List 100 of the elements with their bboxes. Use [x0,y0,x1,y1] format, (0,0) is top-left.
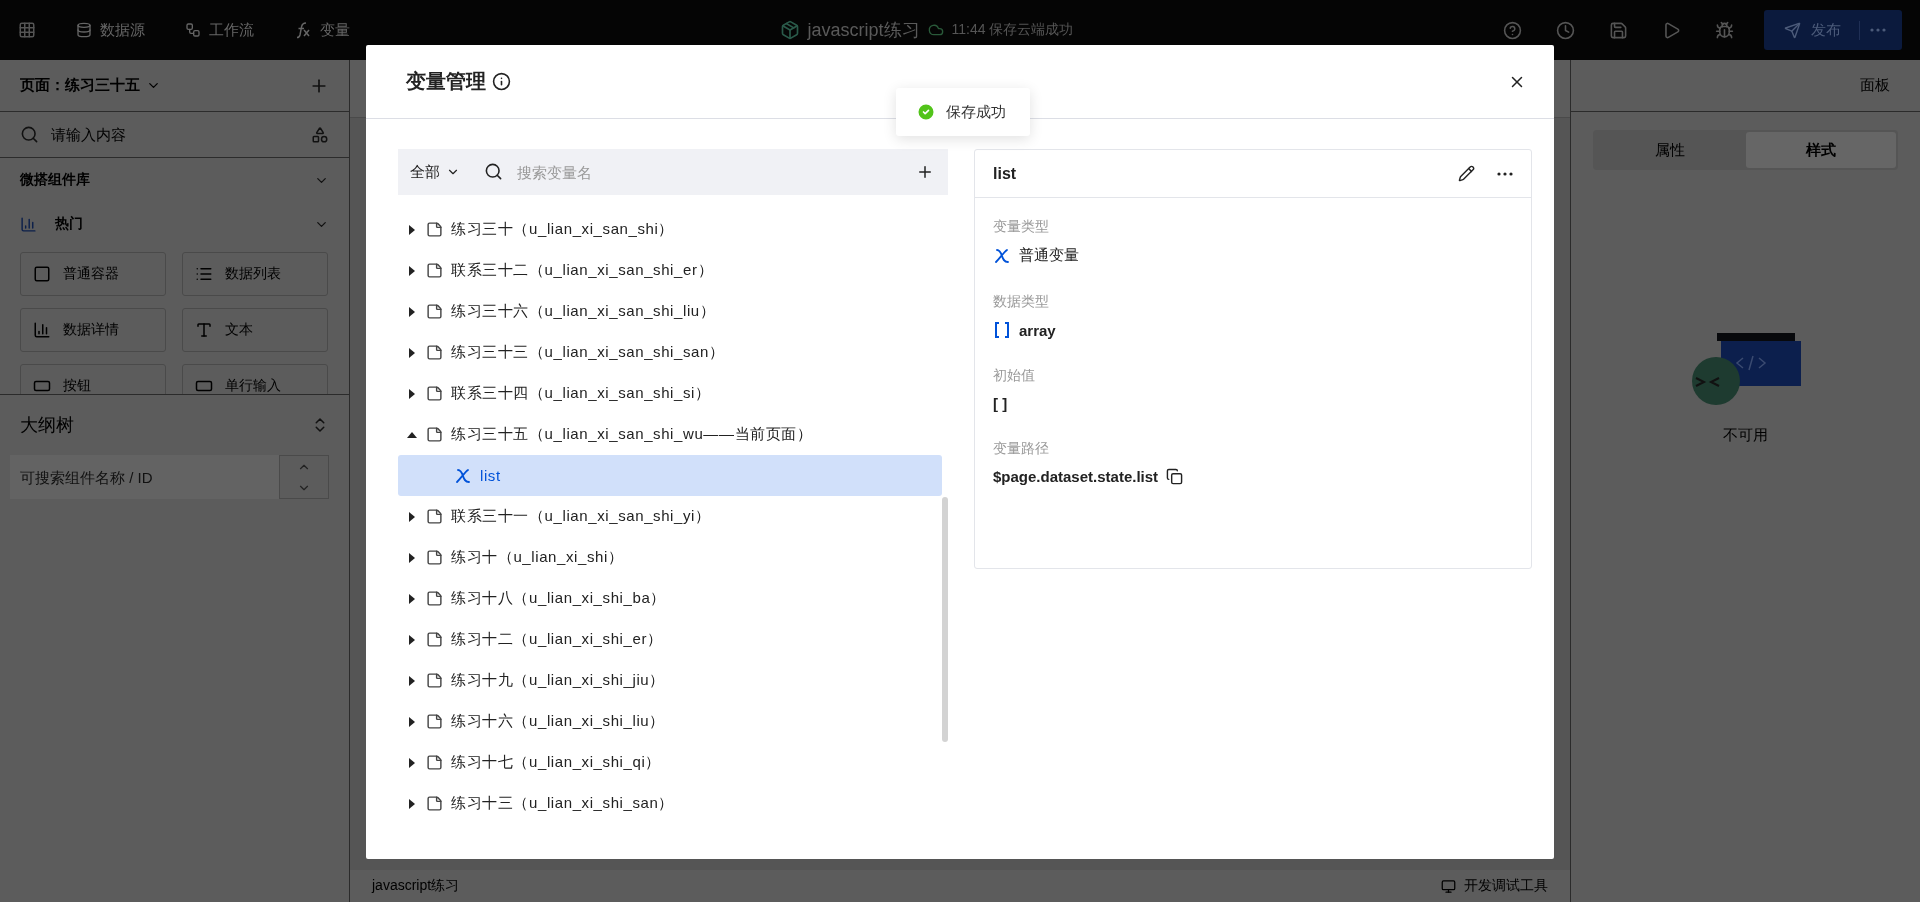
variable-item[interactable]: list [398,455,942,496]
tree-item-label: 练习十八（u_lian_xi_shi_ba） [451,589,666,608]
tab[interactable]: 样式 [1745,132,1896,168]
monitor-icon [1441,878,1456,894]
tree-item[interactable]: 联系三十二（u_lian_xi_san_shi_er） [398,250,942,291]
nav-item[interactable]: 变量 [294,20,350,40]
add-icon [916,163,934,181]
field-label: 变量类型 [993,218,1050,236]
outline-title: 大纲树 [20,414,74,437]
function-icon [294,21,312,39]
tree-item-label: 练习三十六（u_lian_xi_san_shi_liu） [451,302,716,321]
tree-item-label: 练习十（u_lian_xi_shi） [451,548,624,567]
play-icon[interactable] [1662,20,1681,40]
chart-icon [33,321,51,339]
edit-button[interactable] [1458,165,1475,182]
tree-item-label: 练习三十五（u_lian_xi_san_shi_wu——当前页面） [451,425,813,444]
field-value: [ ] [993,395,1008,412]
scrollbar-thumb[interactable] [942,497,948,742]
page-icon [426,221,443,238]
variable-name: list [993,164,1017,183]
app-name: javascript练习 [372,877,460,895]
more-button[interactable] [1497,171,1513,176]
page-icon [426,631,443,648]
field-value: array [1019,321,1056,339]
logo-icon [779,20,800,40]
check-icon [916,102,936,122]
variable-label: list [480,467,501,484]
more-icon [1497,171,1513,176]
tree-item-label: 练习十二（u_lian_xi_shi_er） [451,630,663,649]
tree-item-label: 联系三十一（u_lian_xi_san_shi_yi） [451,507,711,526]
page-icon [426,713,443,730]
bug-icon[interactable] [1715,20,1734,40]
tree-item[interactable]: 练习十三（u_lian_xi_shi_san） [398,783,942,824]
page-icon [426,344,443,361]
page-icon [426,385,443,402]
search-icon [20,125,39,144]
field-value: 普通变量 [1019,246,1079,265]
pencil-icon [1458,165,1475,182]
empty-text: 不可用 [1723,426,1768,445]
toast-text: 保存成功 [946,102,1006,122]
field-label: 初始值 [993,367,1036,385]
tree-item[interactable]: 练习三十三（u_lian_xi_san_shi_san） [398,332,942,373]
text-icon [195,321,213,339]
tree-item-label: 练习十七（u_lian_xi_shi_qi） [451,753,661,772]
category-title: 热门 [55,215,83,233]
tree-item[interactable]: 练习十二（u_lian_xi_shi_er） [398,619,942,660]
tree-item[interactable]: 联系三十一（u_lian_xi_san_shi_yi） [398,496,942,537]
tree-item[interactable]: 练习三十六（u_lian_xi_san_shi_liu） [398,291,942,332]
tree-item[interactable]: 练习十七（u_lian_xi_shi_qi） [398,742,942,783]
tree-item[interactable]: 练习三十（u_lian_xi_san_shi） [398,209,942,250]
outline-search-field[interactable]: 可搜索组件名称 / ID [10,455,279,499]
tree-item-label: 练习十六（u_lian_xi_shi_liu） [451,712,665,731]
page-icon [426,672,443,689]
help-icon[interactable] [1503,20,1522,40]
array-icon [993,321,1011,339]
info-icon[interactable] [492,72,511,91]
tree-item[interactable]: 练习十九（u_lian_xi_shi_jiu） [398,660,942,701]
more-icon [1870,28,1886,32]
page-icon [426,426,443,443]
tree-item[interactable]: 练习十六（u_lian_xi_shi_liu） [398,701,942,742]
field-label: 变量路径 [993,440,1050,458]
tree-item[interactable]: 练习三十五（u_lian_xi_san_shi_wu——当前页面） [398,414,942,455]
filter-dropdown[interactable]: 全部 [398,149,472,195]
add-button[interactable] [902,149,948,195]
field-value: $page.dataset.state.list [993,468,1159,485]
clock-icon[interactable] [1556,20,1575,40]
page-icon [426,549,443,566]
library-title: 微搭组件库 [20,171,90,189]
apps-grid-icon[interactable] [18,21,36,39]
workflow-icon [185,22,201,38]
database-icon [76,22,92,38]
save-status: 11:44 保存云端成功 [951,21,1074,39]
nav-item[interactable]: 工作流 [185,20,254,40]
page-icon [426,262,443,279]
search-icon [484,162,503,181]
tree-item-label: 练习三十三（u_lian_xi_san_shi_san） [451,343,725,362]
send-icon [1784,21,1801,39]
tree-item[interactable]: 练习十八（u_lian_xi_shi_ba） [398,578,942,619]
field-label: 数据类型 [993,293,1050,311]
variable-icon [454,466,472,485]
page-icon [426,508,443,525]
save-icon[interactable] [1609,20,1628,40]
category-icon [20,215,37,233]
tree-item-label: 练习十三（u_lian_xi_shi_san） [451,794,675,813]
tree-item[interactable]: 练习十（u_lian_xi_shi） [398,537,942,578]
page-icon [426,590,443,607]
list-icon [195,265,213,283]
page-icon [426,303,443,320]
shapes-icon[interactable] [311,125,329,144]
tree-item[interactable]: 联系三十四（u_lian_xi_san_shi_si） [398,373,942,414]
app-title: javascript练习 [807,19,920,42]
nav-item[interactable]: 数据源 [76,20,145,40]
page-icon [426,754,443,771]
variable-search-field[interactable]: 搜索变量名 [472,149,902,195]
dialog-title: 变量管理 [406,69,486,94]
component-search-field[interactable]: 请输入内容 [49,125,301,144]
panel-title: 面板 [1860,76,1890,95]
copy-button[interactable] [1166,468,1184,485]
container-icon [33,265,51,283]
tree-item-label: 练习三十（u_lian_xi_san_shi） [451,220,675,239]
